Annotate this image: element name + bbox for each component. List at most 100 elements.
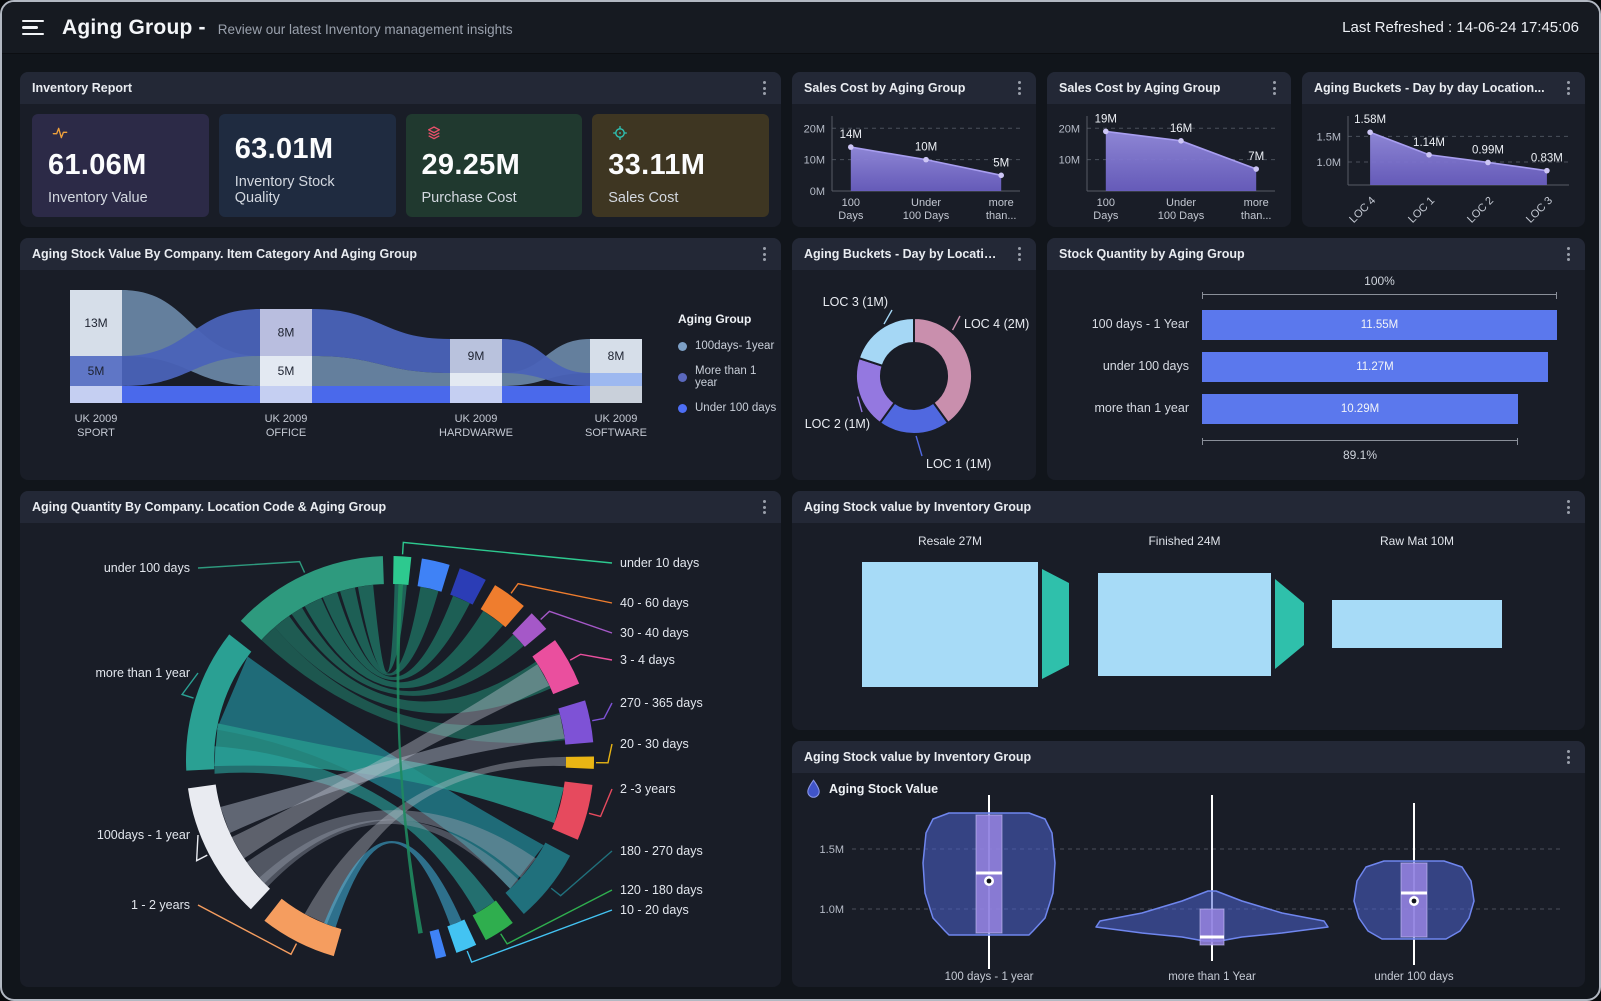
card-menu-button[interactable] <box>1270 78 1279 98</box>
legend-item[interactable]: Under 100 days <box>678 402 781 414</box>
inventory-group-funnel-chart: Resale 27M Finished 24M Raw Mat 10M <box>792 523 1585 730</box>
bottom-ruler-label: 89.1% <box>1202 448 1518 462</box>
svg-text:7M: 7M <box>1248 151 1264 163</box>
svg-text:8M: 8M <box>608 349 625 363</box>
svg-text:5M: 5M <box>88 364 105 378</box>
svg-text:Resale 27M: Resale 27M <box>918 534 982 548</box>
legend-item[interactable]: More than 1 year <box>678 365 781 389</box>
card-menu-button[interactable] <box>1564 497 1573 517</box>
svg-text:0.99M: 0.99M <box>1472 144 1504 156</box>
svg-text:SOFTWARE: SOFTWARE <box>585 427 647 439</box>
funnel-svg: Resale 27M Finished 24M Raw Mat 10M <box>792 523 1585 730</box>
card-title: Aging Quantity By Company. Location Code… <box>32 500 386 514</box>
svg-text:Finished 24M: Finished 24M <box>1148 534 1220 548</box>
svg-text:1.58M: 1.58M <box>1354 114 1386 126</box>
chord-svg: under 10 days40 - 60 days30 - 40 days3 -… <box>20 523 781 987</box>
area-chart-svg: 1.0M1.5M1.58MLOC 41.14MLOC 10.99MLOC 20.… <box>1302 104 1585 227</box>
top-ruler <box>1202 294 1557 295</box>
svg-text:LOC 2 (1M): LOC 2 (1M) <box>805 417 870 431</box>
kpi-purchase-cost: 29.25M Purchase Cost <box>406 114 583 217</box>
svg-text:1.5M: 1.5M <box>820 844 844 856</box>
svg-text:1.5M: 1.5M <box>1317 131 1341 143</box>
svg-text:10 - 20 days: 10 - 20 days <box>620 903 689 917</box>
ribbon-legend: Aging Group 100days- 1year More than 1 y… <box>678 312 781 414</box>
pulse-icon <box>48 125 72 141</box>
stock-quantity-bar-chart: 100%100 days - 1 Year11.55Munder 100 day… <box>1047 270 1585 480</box>
svg-text:30 - 40 days: 30 - 40 days <box>620 626 689 640</box>
card-aging-buckets-donut: Aging Buckets - Day by Location Code LOC… <box>792 238 1036 480</box>
svg-text:1.0M: 1.0M <box>820 904 844 916</box>
last-refreshed-text: Last Refreshed : 14-06-24 17:45:06 <box>1342 19 1579 36</box>
card-menu-button[interactable] <box>760 244 769 264</box>
card-title: Aging Stock value by Inventory Group <box>804 750 1031 764</box>
svg-text:20M: 20M <box>1059 123 1080 135</box>
card-menu-button[interactable] <box>1564 244 1573 264</box>
bar-label: under 100 days <box>1047 359 1189 373</box>
svg-text:LOC 1: LOC 1 <box>1406 195 1437 226</box>
svg-text:LOC 4: LOC 4 <box>1347 195 1378 226</box>
legend-title: Aging Group <box>678 312 781 326</box>
bar-label: more than 1 year <box>1047 401 1189 415</box>
svg-text:5M: 5M <box>993 157 1009 169</box>
svg-text:UK 2009: UK 2009 <box>595 413 638 425</box>
hamburger-menu-icon[interactable] <box>22 20 44 36</box>
legend-item[interactable]: 100days- 1year <box>678 340 781 352</box>
svg-text:0.83M: 0.83M <box>1531 153 1563 165</box>
kpi-label: Purchase Cost <box>422 190 567 206</box>
card-stock-quantity: Stock Quantity by Aging Group 100%100 da… <box>1047 238 1585 480</box>
svg-text:OFFICE: OFFICE <box>266 427 306 439</box>
svg-text:10M: 10M <box>915 142 937 154</box>
svg-text:14M: 14M <box>840 129 862 141</box>
svg-text:100Days: 100Days <box>1093 197 1119 222</box>
svg-text:20M: 20M <box>804 123 825 135</box>
kpi-value: 33.11M <box>608 149 753 182</box>
svg-text:under 10 days: under 10 days <box>620 556 699 570</box>
card-menu-button[interactable] <box>760 78 769 98</box>
svg-text:19M: 19M <box>1095 113 1117 125</box>
location-donut-chart: LOC 4 (2M)LOC 1 (1M)LOC 2 (1M)LOC 3 (1M) <box>792 270 1036 480</box>
card-menu-button[interactable] <box>1564 747 1573 767</box>
svg-text:Raw Mat 10M: Raw Mat 10M <box>1380 534 1454 548</box>
card-sales-cost-1: Sales Cost by Aging Group 0M10M20M14M100… <box>792 72 1036 227</box>
svg-text:Under100 Days: Under100 Days <box>903 197 950 222</box>
page-title: Aging Group - <box>62 16 206 40</box>
svg-text:LOC 2: LOC 2 <box>1465 195 1496 226</box>
svg-text:5M: 5M <box>278 364 295 378</box>
aging-stock-violin-chart: 1.5M1.0M100 days - 1 yearmore than 1 Yea… <box>792 773 1585 987</box>
svg-text:3 - 4 days: 3 - 4 days <box>620 653 675 667</box>
card-title: Aging Stock Value By Company. Item Categ… <box>32 247 417 261</box>
card-title: Sales Cost by Aging Group <box>804 81 965 95</box>
card-title: Sales Cost by Aging Group <box>1059 81 1220 95</box>
svg-text:LOC 1 (1M): LOC 1 (1M) <box>926 457 991 471</box>
ribbon-svg: 13M5MUK 2009SPORT8M5MUK 2009OFFICE9MUK 2… <box>30 270 670 480</box>
svg-text:UK 2009: UK 2009 <box>265 413 308 425</box>
donut-svg: LOC 4 (2M)LOC 1 (1M)LOC 2 (1M)LOC 3 (1M) <box>792 270 1036 480</box>
card-title: Inventory Report <box>32 81 132 95</box>
card-menu-button[interactable] <box>1015 78 1024 98</box>
card-aging-stock-violin: Aging Stock value by Inventory Group Agi… <box>792 741 1585 987</box>
kpi-inventory-stock-quality: 63.01M Inventory Stock Quality <box>219 114 396 217</box>
bar[interactable]: 11.27M <box>1202 352 1548 382</box>
svg-text:100Days: 100Days <box>838 197 864 222</box>
card-title: Aging Stock value by Inventory Group <box>804 500 1031 514</box>
layers-icon <box>422 125 446 141</box>
bar[interactable]: 10.29M <box>1202 394 1518 424</box>
card-title: Stock Quantity by Aging Group <box>1059 247 1245 261</box>
card-menu-button[interactable] <box>760 497 769 517</box>
card-title: Aging Buckets - Day by day Location... <box>1314 81 1545 95</box>
kpi-value: 63.01M <box>235 133 380 166</box>
page-subtitle: Review our latest Inventory management i… <box>218 22 513 37</box>
bottom-ruler <box>1202 440 1518 441</box>
svg-text:1 - 2 years: 1 - 2 years <box>131 898 190 912</box>
sales-cost-area-chart-2: 10M20M19M100Days16MUnder100 Days7Mmoreth… <box>1047 104 1291 227</box>
card-menu-button[interactable] <box>1564 78 1573 98</box>
svg-text:1.14M: 1.14M <box>1413 137 1445 149</box>
card-menu-button[interactable] <box>1015 244 1024 264</box>
card-inventory-report: Inventory Report 61.06M Inventory Value … <box>20 72 781 227</box>
svg-text:10M: 10M <box>804 155 825 167</box>
bar[interactable]: 11.55M <box>1202 310 1557 340</box>
svg-text:8M: 8M <box>278 326 295 340</box>
svg-text:100days - 1 year: 100days - 1 year <box>97 828 190 842</box>
svg-text:13M: 13M <box>84 316 107 330</box>
card-sales-cost-2: Sales Cost by Aging Group 10M20M19M100Da… <box>1047 72 1291 227</box>
